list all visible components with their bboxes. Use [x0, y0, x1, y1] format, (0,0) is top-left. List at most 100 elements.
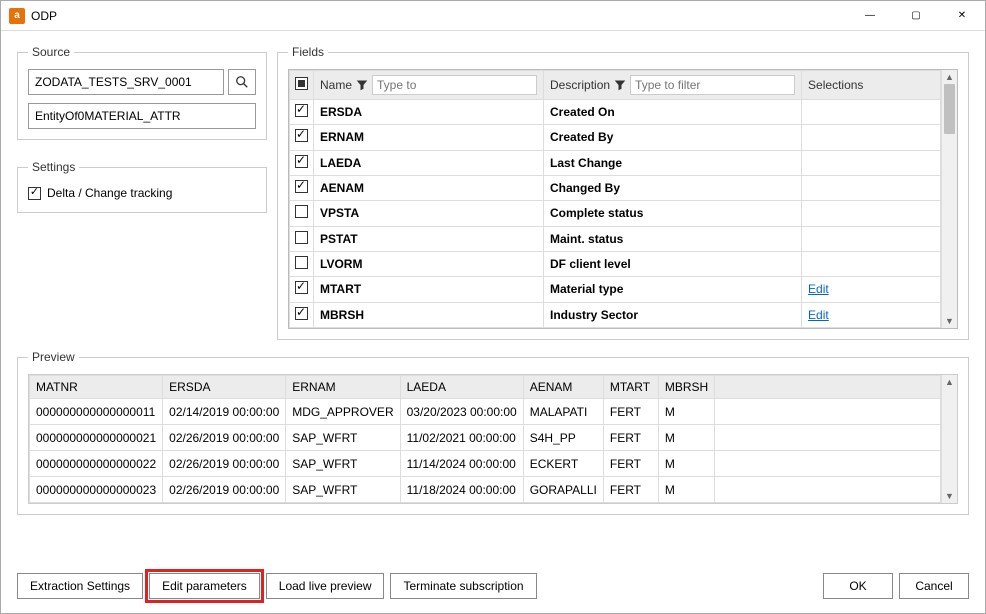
preview-column-header-empty [715, 376, 941, 399]
fields-row: MBRSHIndustry SectorEdit [290, 302, 941, 327]
field-selection-cell [802, 201, 941, 226]
field-name-cell: ERSDA [314, 100, 544, 125]
preview-table: MATNRERSDAERNAMLAEDAAENAMMTARTMBRSH 0000… [29, 375, 941, 503]
titlebar: a ODP — ▢ ✕ [1, 1, 985, 31]
preview-row: 00000000000000001102/14/2019 00:00:00MDG… [30, 399, 941, 425]
fields-row: MTARTMaterial type Edit [290, 277, 941, 302]
field-description-cell: Material type [544, 277, 802, 302]
preview-cell: 03/20/2023 00:00:00 [400, 399, 523, 425]
name-filter-input[interactable] [372, 75, 537, 95]
fields-table: Name Description [289, 70, 941, 328]
extraction-settings-button[interactable]: Extraction Settings [17, 573, 143, 599]
field-name-cell: LAEDA [314, 150, 544, 175]
select-all-header[interactable] [290, 71, 314, 100]
settings-group: Settings Delta / Change tracking [17, 160, 267, 213]
field-name-cell: LVORM [314, 251, 544, 276]
maximize-button[interactable]: ▢ [893, 1, 939, 31]
ok-button[interactable]: OK [823, 573, 893, 599]
filter-icon [614, 79, 626, 91]
field-selection-cell[interactable]: Edit [802, 277, 941, 302]
search-icon [235, 75, 249, 89]
field-name-cell: MTART [314, 277, 544, 302]
field-checkbox[interactable] [295, 155, 308, 168]
preview-column-header[interactable]: AENAM [523, 376, 603, 399]
load-live-preview-button[interactable]: Load live preview [266, 573, 385, 599]
fields-group: Fields Name [277, 45, 969, 340]
field-checkbox[interactable] [295, 307, 308, 320]
preview-cell: FERT [603, 425, 658, 451]
field-description-cell: Created On [544, 100, 802, 125]
field-name-cell: VPSTA [314, 201, 544, 226]
close-button[interactable]: ✕ [939, 1, 985, 31]
field-checkbox[interactable] [295, 104, 308, 117]
preview-column-header[interactable]: MATNR [30, 376, 163, 399]
preview-cell: 000000000000000023 [30, 477, 163, 503]
edit-selection-link[interactable]: Edit [808, 282, 829, 296]
delta-checkbox[interactable] [28, 187, 41, 200]
preview-cell-empty [715, 399, 941, 425]
preview-cell: 11/18/2024 00:00:00 [400, 477, 523, 503]
field-checkbox-cell[interactable] [290, 100, 314, 125]
preview-column-header[interactable]: ERNAM [286, 376, 400, 399]
search-service-button[interactable] [228, 69, 256, 95]
preview-cell: 02/26/2019 00:00:00 [163, 477, 286, 503]
field-checkbox-cell[interactable] [290, 150, 314, 175]
window-title: ODP [31, 9, 847, 23]
field-description-cell: Last Change [544, 150, 802, 175]
field-selection-cell [802, 251, 941, 276]
preview-cell: M [658, 425, 714, 451]
preview-cell: SAP_WFRT [286, 477, 400, 503]
fields-row: PSTATMaint. status [290, 226, 941, 251]
field-checkbox-cell[interactable] [290, 201, 314, 226]
fields-scrollbar[interactable]: ▲ ▼ [941, 70, 957, 328]
service-input[interactable] [28, 69, 224, 95]
fields-row: ERSDACreated On [290, 100, 941, 125]
field-checkbox-cell[interactable] [290, 175, 314, 200]
field-checkbox-cell[interactable] [290, 251, 314, 276]
field-description-cell: DF client level [544, 251, 802, 276]
edit-selection-link[interactable]: Edit [808, 308, 829, 322]
description-filter-input[interactable] [630, 75, 795, 95]
field-checkbox-cell[interactable] [290, 302, 314, 327]
field-checkbox[interactable] [295, 281, 308, 294]
source-group: Source [17, 45, 267, 140]
field-selection-cell[interactable]: Edit [802, 302, 941, 327]
entity-input[interactable] [28, 103, 256, 129]
field-checkbox[interactable] [295, 205, 308, 218]
preview-column-header[interactable]: LAEDA [400, 376, 523, 399]
preview-scrollbar[interactable]: ▲ ▼ [941, 375, 957, 503]
preview-cell: 000000000000000021 [30, 425, 163, 451]
field-checkbox[interactable] [295, 231, 308, 244]
field-checkbox[interactable] [295, 256, 308, 269]
field-selection-cell [802, 125, 941, 150]
preview-cell: FERT [603, 477, 658, 503]
field-description-cell: Changed By [544, 175, 802, 200]
preview-cell-empty [715, 425, 941, 451]
preview-cell: S4H_PP [523, 425, 603, 451]
description-header: Description [544, 71, 802, 100]
minimize-button[interactable]: — [847, 1, 893, 31]
preview-row: 00000000000000002202/26/2019 00:00:00SAP… [30, 451, 941, 477]
field-checkbox[interactable] [295, 129, 308, 142]
preview-cell: 02/26/2019 00:00:00 [163, 451, 286, 477]
field-checkbox-cell[interactable] [290, 125, 314, 150]
field-checkbox-cell[interactable] [290, 277, 314, 302]
fields-row: LVORMDF client level [290, 251, 941, 276]
field-selection-cell [802, 226, 941, 251]
field-description-cell: Created By [544, 125, 802, 150]
source-legend: Source [28, 45, 74, 59]
preview-cell: FERT [603, 451, 658, 477]
field-checkbox[interactable] [295, 180, 308, 193]
preview-column-header[interactable]: MTART [603, 376, 658, 399]
field-checkbox-cell[interactable] [290, 226, 314, 251]
preview-column-header[interactable]: ERSDA [163, 376, 286, 399]
name-header: Name [314, 71, 544, 100]
preview-cell: SAP_WFRT [286, 451, 400, 477]
terminate-subscription-button[interactable]: Terminate subscription [390, 573, 536, 599]
cancel-button[interactable]: Cancel [899, 573, 969, 599]
delta-checkbox-row[interactable]: Delta / Change tracking [28, 184, 256, 202]
preview-cell: M [658, 477, 714, 503]
preview-column-header[interactable]: MBRSH [658, 376, 714, 399]
preview-group: Preview MATNRERSDAERNAMLAEDAAENAMMTARTMB… [17, 350, 969, 515]
edit-parameters-button[interactable]: Edit parameters [149, 573, 260, 599]
